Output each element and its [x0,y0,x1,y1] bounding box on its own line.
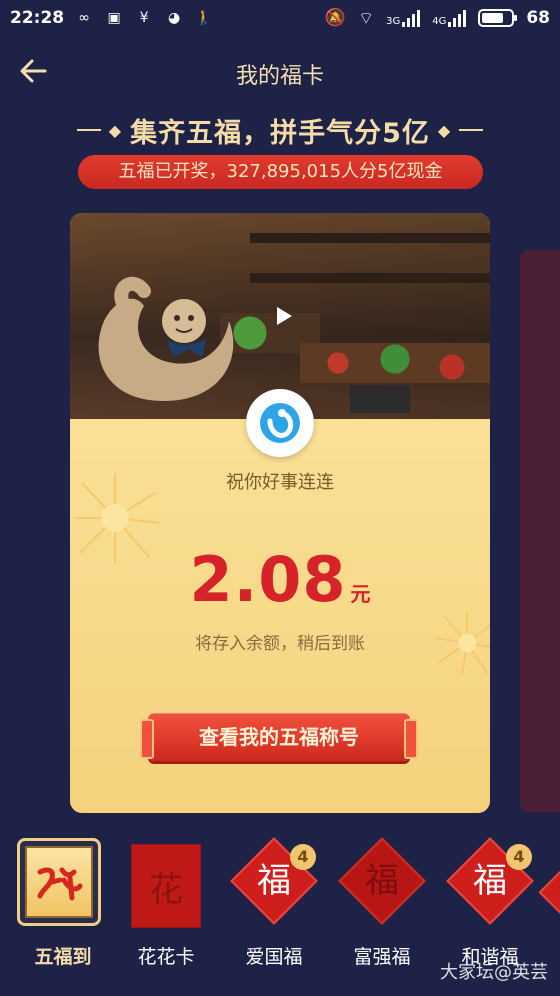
crate [350,385,410,413]
infinity-icon: ∞ [78,10,90,26]
count-badge: 4 [290,844,316,870]
play-icon[interactable] [270,303,296,329]
produce-stall [300,343,490,383]
shelf [250,273,490,283]
signal-icon-2: 4G [432,9,467,27]
view-title-button[interactable]: 查看我的五福称号 [140,713,418,761]
huahuaka-glyph: 花 [149,869,183,910]
yen-shield-icon: ¥ [139,10,149,26]
divider [76,129,101,131]
deposit-note: 将存入余额，稍后到账 [195,634,365,654]
selected-card-frame [17,838,101,926]
logo-icon [260,403,300,443]
wufudao-card-art [25,846,93,918]
signal-icon-1: 3G [386,9,421,27]
fuqiangfu-glyph: 福 [365,861,399,901]
fu-card-huahuaka[interactable]: 花 花花卡 [118,838,214,988]
fu-card-label: 五福到 [34,946,92,968]
status-time: 22:28 [10,8,65,28]
slogan-text: 集齐五福，拼手气分5亿 [130,117,430,149]
amount-row: 2.08 元 [70,543,490,616]
huahuaka-card-art: 花 [131,844,201,928]
diamond-icon: ◆ [437,120,452,140]
walking-icon: 🚶 [195,10,213,26]
reward-card: 祝你好事连连 2.08 元 将存入余额，稍后到账 查看我的五福称号 [70,213,490,813]
watermark: 大家坛@英芸 [440,962,548,983]
network-type-a: 3G [386,15,401,27]
network-type-b: 4G [432,15,447,27]
app-notification-icon: ▣ [107,10,121,26]
battery-level: 68 [526,8,550,28]
count-badge: 4 [506,844,532,870]
next-fu-card-peek[interactable] [538,848,560,914]
fu-card-label: 富强福 [353,946,411,968]
qq-icon: ◕ [168,10,181,26]
battery-icon [478,9,518,27]
wufudao-calligraphy-icon [37,867,83,901]
header: 我的福卡 [0,50,560,96]
reward-unit: 元 [350,582,371,606]
next-card-peek[interactable] [520,250,560,812]
fu-card-fuqiangfu[interactable]: 福 富强福 [334,837,430,988]
shelf [250,233,490,243]
fu-card-label: 花花卡 [137,946,195,968]
diamond-icon: ◆ [108,120,123,140]
fu-card-aiguofu[interactable]: 福 4 爱国福 [226,837,322,988]
page-title: 我的福卡 [235,64,324,89]
prize-info-pill: 五福已开奖，327,895,015人分5亿现金 [78,155,483,189]
status-bar: 22:28 ∞ ▣ ¥ ◕ 🚶 🔕 ⌔ 3G 4G 68 [0,0,560,36]
reward-amount: 2.08 [189,543,347,616]
wifi-icon: ⌔ [358,8,375,29]
divider [459,129,484,131]
slogan: ◆ 集齐五福，拼手气分5亿 ◆ [0,110,560,150]
fu-card-wufudao[interactable]: 五福到 [10,838,116,988]
fu-card-label: 爱国福 [245,946,303,968]
mute-bell-icon: 🔕 [324,8,347,28]
mascot-figure [98,276,234,401]
brand-logo [246,389,314,457]
